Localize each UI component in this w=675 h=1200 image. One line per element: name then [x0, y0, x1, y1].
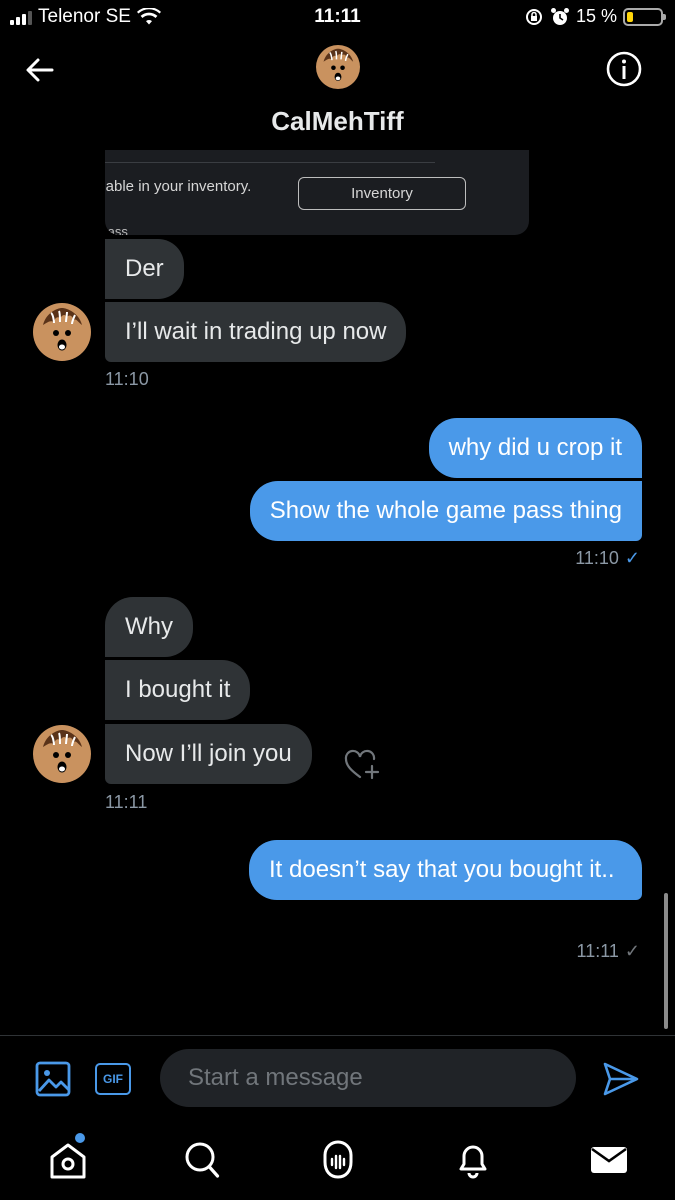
home-icon[interactable] [48, 1139, 88, 1181]
inventory-button[interactable]: Inventory [298, 177, 466, 210]
card-pass-label: Pass [105, 224, 128, 235]
message-bubble[interactable]: Show the whole game pass thing [249, 481, 642, 541]
card-divider [105, 162, 435, 163]
status-right: 15 % [524, 6, 666, 27]
message-timestamp: 11:11 ✓ [577, 941, 640, 962]
spaces-icon[interactable] [318, 1139, 358, 1181]
message-timestamp: 11:11 [105, 792, 148, 812]
conversation-header: CalMehTiff [0, 36, 675, 150]
send-icon[interactable] [602, 1060, 640, 1098]
bottom-nav [0, 1125, 675, 1200]
heart-react-icon[interactable] [343, 746, 381, 782]
message-bubble[interactable]: Now I’ll join you [105, 724, 312, 784]
message-composer: GIF [0, 1035, 675, 1125]
sent-check-icon: ✓ [624, 941, 640, 961]
image-icon[interactable] [35, 1061, 71, 1097]
shared-image-card[interactable]: ilable in your inventory. Inventory Pass [105, 150, 529, 235]
message-bubble[interactable]: Why [105, 597, 193, 657]
message-bubble[interactable]: I bought it [105, 660, 251, 720]
search-icon[interactable] [182, 1139, 222, 1181]
status-bar: Telenor SE 11:11 15 % [0, 0, 675, 36]
notification-dot [75, 1133, 85, 1143]
scrollbar[interactable] [664, 893, 668, 1029]
message-bubble[interactable]: why did u crop it [428, 418, 642, 478]
message-timestamp: 11:10 [105, 369, 149, 389]
avatar[interactable] [33, 725, 91, 783]
rotation-lock-icon [525, 8, 542, 25]
timestamp-text: 11:10 [575, 548, 619, 568]
timestamp-text: 11:11 [576, 941, 619, 961]
card-inventory-text: ilable in your inventory. [105, 178, 252, 195]
message-input[interactable] [160, 1049, 576, 1107]
info-icon[interactable] [605, 50, 643, 88]
message-text: It doesn’t say that you bought it.. [269, 856, 615, 883]
notifications-icon[interactable] [453, 1139, 493, 1181]
contact-name[interactable]: CalMehTiff [0, 106, 675, 137]
alarm-icon [550, 7, 569, 25]
battery-icon [623, 7, 666, 26]
battery-percent: 15 % [575, 6, 617, 26]
avatar[interactable] [316, 45, 360, 89]
message-bubble[interactable]: Der [105, 239, 184, 299]
read-check-icon: ✓ [624, 548, 640, 568]
gif-icon[interactable]: GIF [95, 1063, 131, 1095]
back-arrow-icon[interactable] [22, 52, 58, 88]
avatar[interactable] [33, 303, 91, 361]
messages-icon[interactable] [589, 1139, 629, 1181]
message-bubble[interactable]: I’ll wait in trading up now [105, 302, 407, 362]
message-timestamp: 11:10 ✓ [575, 548, 640, 569]
message-bubble[interactable]: It doesn’t say that you bought it.. [249, 840, 642, 900]
